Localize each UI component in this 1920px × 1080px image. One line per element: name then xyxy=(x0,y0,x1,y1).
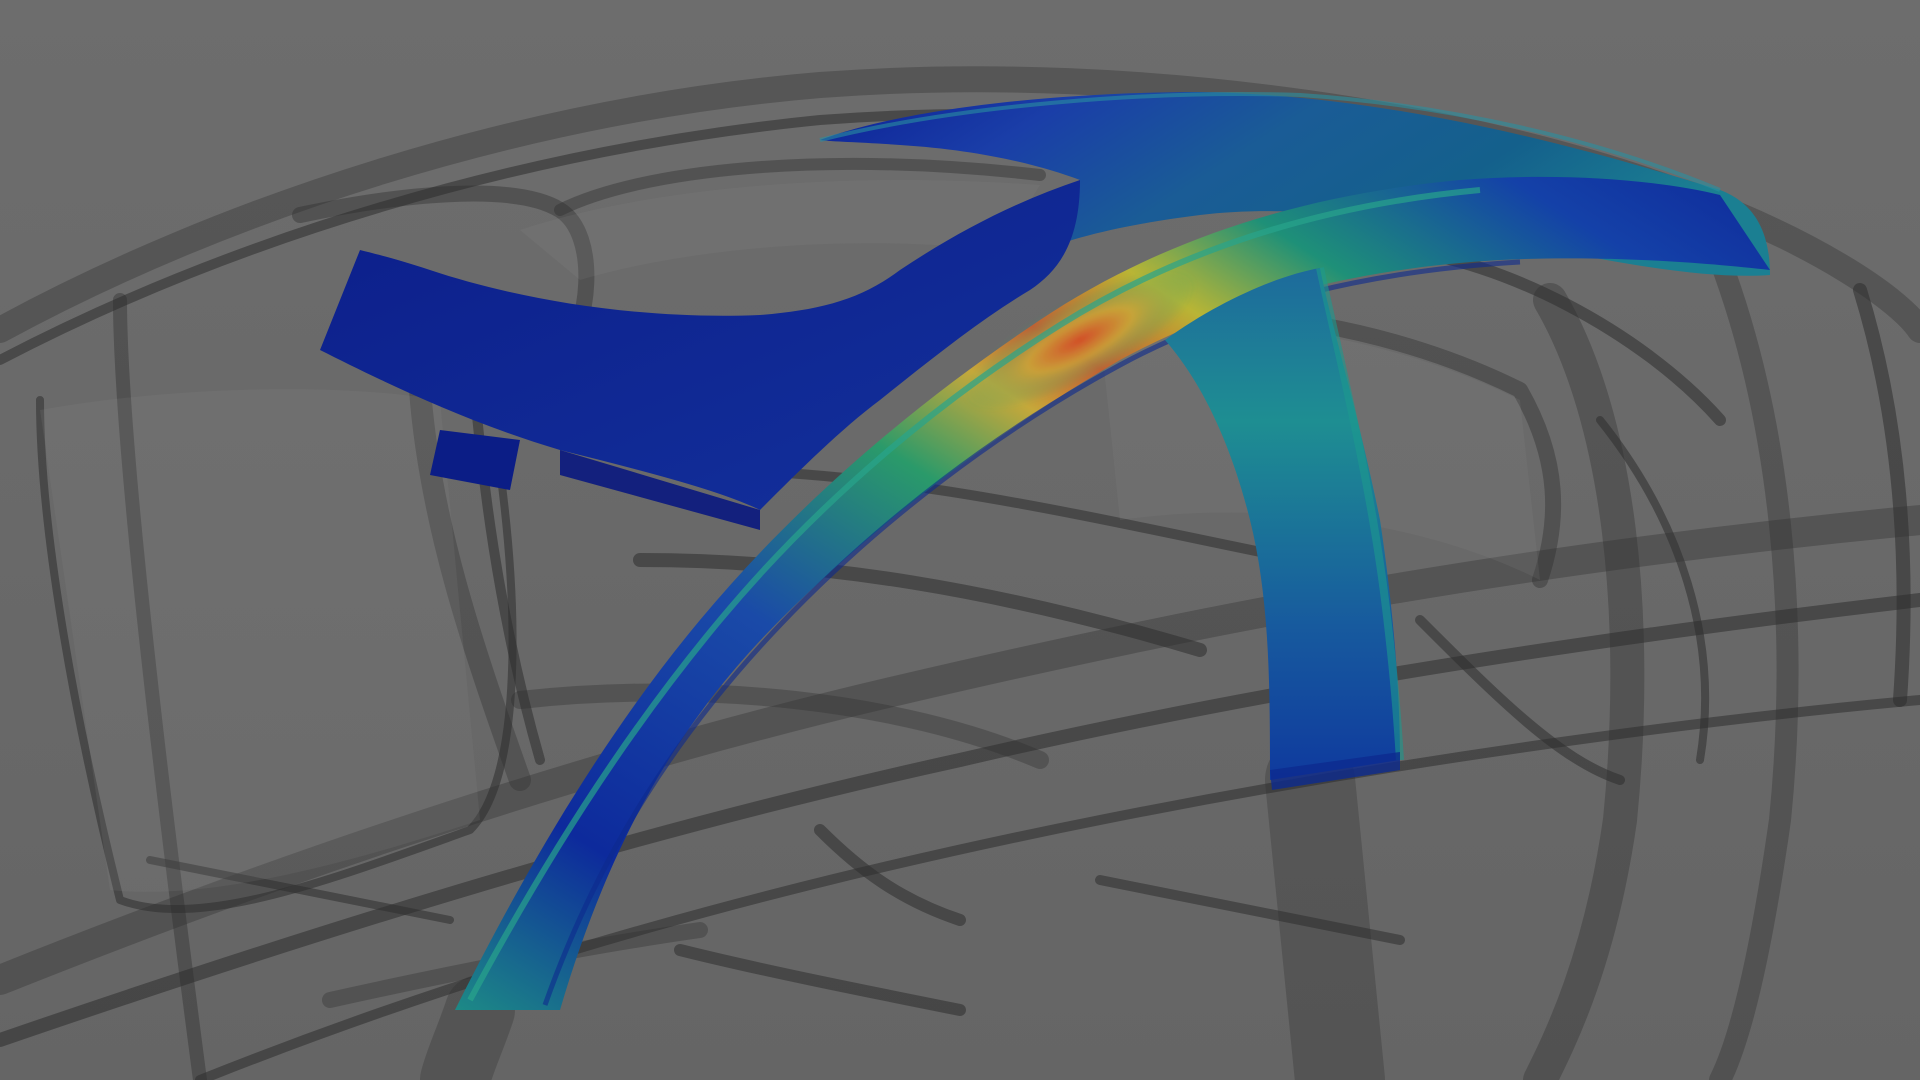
fea-stress-render xyxy=(0,0,1920,1080)
